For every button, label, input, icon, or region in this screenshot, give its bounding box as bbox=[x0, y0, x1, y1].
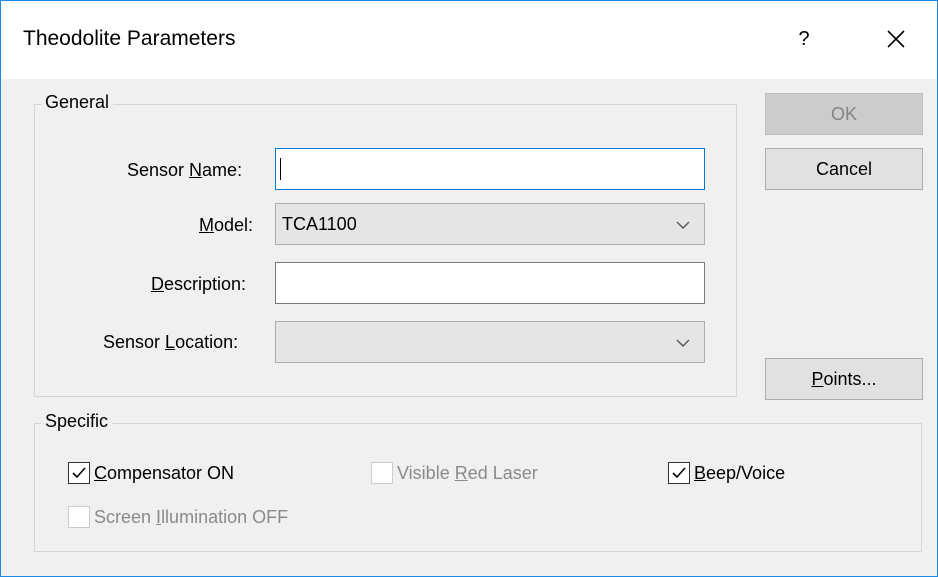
beep-voice-checkbox[interactable]: Beep/Voice bbox=[668, 462, 785, 484]
close-button[interactable] bbox=[869, 19, 923, 59]
compensator-on-checkbox[interactable]: Compensator ON bbox=[68, 462, 234, 484]
theodolite-parameters-dialog: Theodolite Parameters ? General Sensor N… bbox=[0, 0, 938, 577]
model-select[interactable]: TCA1100 bbox=[275, 203, 705, 245]
checkbox-box bbox=[668, 462, 690, 484]
description-label: Description: bbox=[151, 274, 247, 294]
description-input[interactable] bbox=[275, 262, 705, 304]
chevron-down-icon bbox=[676, 221, 690, 229]
checkbox-box bbox=[371, 462, 393, 484]
cancel-button[interactable]: Cancel bbox=[765, 148, 923, 190]
checkmark-icon bbox=[72, 467, 86, 479]
title-bar: Theodolite Parameters ? bbox=[1, 1, 937, 79]
sensor-name-label: Sensor Name: bbox=[127, 160, 243, 180]
model-value: TCA1100 bbox=[282, 213, 357, 234]
sensor-name-input[interactable] bbox=[275, 148, 705, 190]
help-button[interactable]: ? bbox=[777, 19, 831, 59]
chevron-down-icon bbox=[676, 339, 690, 347]
sensor-location-select[interactable] bbox=[275, 321, 705, 363]
checkbox-box bbox=[68, 462, 90, 484]
points-button[interactable]: Points... bbox=[765, 358, 923, 400]
ok-button[interactable]: OK bbox=[765, 93, 923, 135]
general-legend: General bbox=[41, 92, 114, 113]
screen-illumination-off-checkbox[interactable]: Screen Illumination OFF bbox=[68, 506, 288, 528]
model-label: Model: bbox=[199, 215, 254, 235]
help-icon: ? bbox=[798, 27, 810, 50]
visible-red-laser-checkbox[interactable]: Visible Red Laser bbox=[371, 462, 538, 484]
close-icon bbox=[887, 30, 905, 48]
checkbox-box bbox=[68, 506, 90, 528]
specific-legend: Specific bbox=[41, 411, 113, 432]
dialog-title: Theodolite Parameters bbox=[23, 27, 236, 50]
sensor-location-label: Sensor Location: bbox=[103, 332, 239, 352]
text-caret bbox=[280, 158, 281, 180]
specific-groupbox bbox=[34, 423, 922, 552]
checkmark-icon bbox=[672, 467, 686, 479]
